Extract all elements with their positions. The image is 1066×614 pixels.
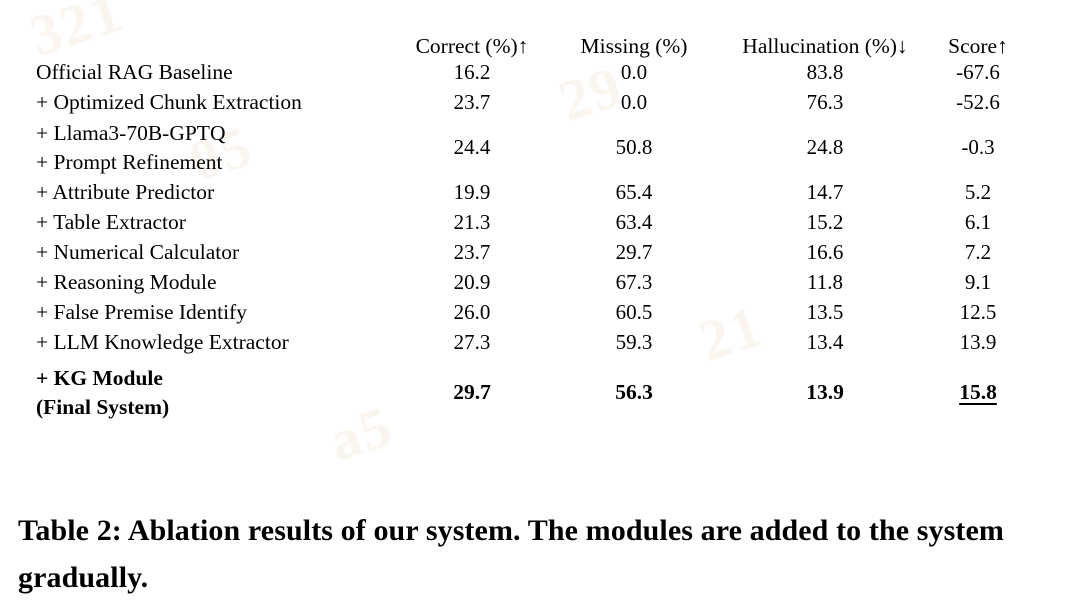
cell-correct: 19.9	[453, 180, 491, 204]
cell-hallucination: 76.3	[806, 90, 844, 114]
cell-missing: 63.4	[615, 210, 653, 234]
cell-hallucination: 13.5	[806, 300, 844, 324]
cell-hallucination: 13.9	[806, 379, 844, 404]
row-label: + False Premise Identify	[36, 299, 247, 324]
table-row: + Llama3-70B-GPTQ + Prompt Refinement 24…	[36, 118, 1020, 178]
cell-correct: 29.7	[453, 379, 491, 404]
column-header-hallucination: Hallucination (%)↓	[742, 34, 908, 58]
cell-missing: 59.3	[615, 330, 653, 354]
cell-hallucination: 24.8	[806, 135, 844, 159]
column-header-correct: Correct (%)↑	[415, 34, 529, 58]
column-header-score: Score↑	[948, 34, 1008, 58]
row-label-line2: + Prompt Refinement	[36, 149, 223, 174]
cell-hallucination: 11.8	[807, 270, 843, 294]
table-caption: Table 2: Ablation results of our system.…	[18, 514, 1004, 594]
table-row: Official RAG Baseline 16.2 0.0 83.8 -67.…	[36, 58, 1020, 88]
cell-hallucination: 16.6	[806, 240, 844, 264]
row-label-line2: (Final System)	[36, 394, 170, 419]
row-label: + Optimized Chunk Extraction	[36, 89, 302, 114]
column-header-method	[36, 36, 390, 58]
cell-score: -0.3	[961, 135, 995, 159]
row-label: + KG Module (Final System)	[36, 358, 390, 428]
cell-missing: 29.7	[615, 240, 653, 264]
table-row: + Reasoning Module 20.9 67.3 11.8 9.1	[36, 268, 1020, 298]
table-figure: Correct (%)↑ Missing (%) Hallucination (…	[0, 0, 1066, 614]
cell-correct: 26.0	[453, 300, 491, 324]
row-label: + Reasoning Module	[36, 269, 217, 294]
cell-score: -52.6	[956, 90, 1000, 114]
cell-score: 13.9	[959, 330, 997, 354]
table-header-row: Correct (%)↑ Missing (%) Hallucination (…	[36, 34, 1020, 58]
cell-hallucination: 15.2	[806, 210, 844, 234]
cell-correct: 23.7	[453, 240, 491, 264]
cell-correct: 24.4	[453, 135, 491, 159]
cell-correct: 27.3	[453, 330, 491, 354]
table-row: + False Premise Identify 26.0 60.5 13.5 …	[36, 298, 1020, 328]
cell-missing: 0.0	[620, 60, 648, 84]
cell-score: 9.1	[964, 270, 992, 294]
cell-correct: 20.9	[453, 270, 491, 294]
cell-missing: 67.3	[615, 270, 653, 294]
cell-missing: 60.5	[615, 300, 653, 324]
row-label: + Attribute Predictor	[36, 179, 215, 204]
cell-score: 7.2	[964, 240, 992, 264]
cell-score: 12.5	[959, 300, 997, 324]
cell-score-value: 15.8	[959, 379, 997, 404]
ablation-table-container: Correct (%)↑ Missing (%) Hallucination (…	[36, 34, 1020, 428]
row-label: Official RAG Baseline	[36, 59, 233, 84]
table-row: + Attribute Predictor 19.9 65.4 14.7 5.2	[36, 178, 1020, 208]
column-header-missing: Missing (%)	[580, 34, 688, 58]
cell-correct: 23.7	[453, 90, 491, 114]
cell-missing: 56.3	[615, 379, 653, 404]
cell-hallucination: 14.7	[806, 180, 844, 204]
cell-correct: 16.2	[453, 60, 491, 84]
cell-score: 5.2	[964, 180, 992, 204]
table-row-final-system: + KG Module (Final System) 29.7 56.3 13.…	[36, 358, 1020, 428]
row-label: + Numerical Calculator	[36, 239, 240, 264]
cell-missing: 50.8	[615, 135, 653, 159]
row-label-line1: + Llama3-70B-GPTQ	[36, 121, 226, 146]
cell-score: 15.8	[936, 358, 1020, 428]
table-row: + Numerical Calculator 23.7 29.7 16.6 7.…	[36, 238, 1020, 268]
cell-hallucination: 13.4	[806, 330, 844, 354]
cell-missing: 65.4	[615, 180, 653, 204]
cell-correct: 21.3	[453, 210, 491, 234]
cell-score: -67.6	[956, 60, 1000, 84]
table-row: + Optimized Chunk Extraction 23.7 0.0 76…	[36, 88, 1020, 118]
cell-hallucination: 83.8	[806, 60, 844, 84]
cell-missing: 0.0	[620, 90, 648, 114]
table-row: + Table Extractor 21.3 63.4 15.2 6.1	[36, 208, 1020, 238]
ablation-results-table: Correct (%)↑ Missing (%) Hallucination (…	[36, 34, 1020, 428]
row-label-line1: + KG Module	[36, 366, 163, 391]
row-label: + Table Extractor	[36, 209, 186, 234]
table-body: Official RAG Baseline 16.2 0.0 83.8 -67.…	[36, 58, 1020, 428]
cell-score: 6.1	[964, 210, 992, 234]
row-label: + LLM Knowledge Extractor	[36, 329, 289, 354]
row-label: + Llama3-70B-GPTQ + Prompt Refinement	[36, 118, 390, 178]
table-row: + LLM Knowledge Extractor 27.3 59.3 13.4…	[36, 328, 1020, 358]
